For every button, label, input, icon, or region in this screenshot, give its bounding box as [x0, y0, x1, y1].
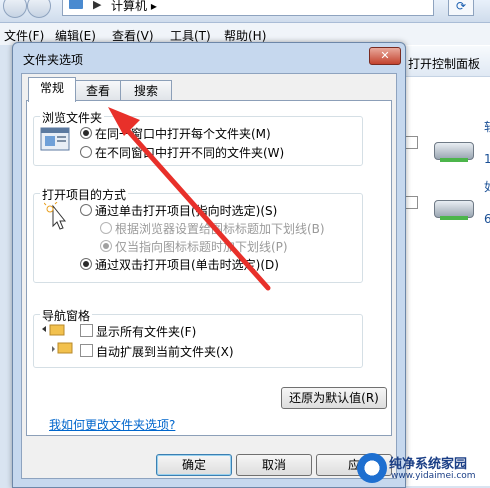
- tab-page-general: 浏览文件夹 在同一窗口中打开每个文件夹(M) 在不同窗口中打开不同的文件夹(W)…: [26, 100, 392, 436]
- refresh-button[interactable]: ⟳: [448, 0, 474, 16]
- watermark-title: 纯净系统家园: [389, 457, 468, 472]
- option-single-click[interactable]: 通过单击打开项目(指向时选定)(S): [95, 202, 277, 219]
- drive-icon[interactable]: [432, 136, 476, 164]
- folder-options-dialog: 文件夹选项 ✕ 常规 查看 搜索 浏览文件夹 在同一窗口中打开每个文件夹(M) …: [12, 42, 406, 488]
- computer-icon: [69, 0, 83, 9]
- drive-label: 如: [484, 178, 490, 195]
- tab-general[interactable]: 常规: [28, 77, 76, 102]
- breadcrumb-separator: ▶: [93, 0, 102, 11]
- forward-button[interactable]: [27, 0, 51, 18]
- radio-new-window[interactable]: [80, 146, 92, 158]
- option-new-window[interactable]: 在不同窗口中打开不同的文件夹(W): [95, 144, 284, 161]
- open-control-panel-button[interactable]: 打开控制面板: [408, 55, 480, 72]
- group-label: 打开项目的方式: [40, 186, 129, 203]
- option-auto-expand[interactable]: 自动扩展到当前文件夹(X): [96, 343, 234, 360]
- navigation-pane-group: 导航窗格 显示所有文件夹(F) 自动扩展到当前文件夹(X): [33, 307, 363, 368]
- watermark-url: www.yidaimei.com: [391, 471, 476, 481]
- window-icon: [40, 127, 70, 151]
- click-cursor-icon: [44, 202, 67, 230]
- option-same-window[interactable]: 在同一窗口中打开每个文件夹(M): [95, 125, 271, 142]
- radio-double-click[interactable]: [80, 258, 92, 270]
- cancel-button[interactable]: 取消: [236, 454, 312, 476]
- drive-label: 软: [484, 118, 490, 135]
- breadcrumb[interactable]: 计算机 ▸: [111, 0, 157, 14]
- radio-browser-underline: [100, 222, 112, 234]
- drive-icon[interactable]: [432, 194, 476, 222]
- address-bar[interactable]: ▶ 计算机 ▸: [62, 0, 434, 16]
- watermark: 纯净系统家园 www.yidaimei.com: [357, 451, 487, 485]
- group-label: 导航窗格: [40, 307, 93, 324]
- watermark-logo-icon: [357, 453, 387, 483]
- checkbox-auto-expand[interactable]: [80, 344, 93, 357]
- tab-view[interactable]: 查看: [74, 80, 122, 101]
- drive-size: 6: [484, 212, 490, 226]
- content-pane: [400, 45, 490, 486]
- drive-size: 1: [484, 152, 490, 166]
- folder-tree-icon: [42, 324, 73, 354]
- group-label: 浏览文件夹: [40, 109, 105, 126]
- restore-defaults-button[interactable]: 还原为默认值(R): [281, 387, 387, 409]
- radio-single-click[interactable]: [80, 204, 92, 216]
- browse-folders-group: 浏览文件夹 在同一窗口中打开每个文件夹(M) 在不同窗口中打开不同的文件夹(W): [33, 109, 363, 166]
- open-items-group: 打开项目的方式 通过单击打开项目(指向时选定)(S) 根据浏览器设置给图标标题加…: [33, 186, 363, 283]
- option-double-click[interactable]: 通过双击打开项目(单击时选定)(D): [95, 256, 279, 273]
- drive-checkbox[interactable]: [405, 136, 418, 149]
- radio-point-underline: [100, 240, 112, 252]
- tab-search[interactable]: 搜索: [120, 80, 172, 101]
- help-link[interactable]: 我如何更改文件夹选项?: [49, 416, 175, 433]
- option-point-underline: 仅当指向图标标题时加下划线(P): [115, 240, 288, 254]
- checkbox-show-all-folders[interactable]: [80, 324, 93, 337]
- drive-checkbox[interactable]: [405, 196, 418, 209]
- dialog-title: 文件夹选项: [23, 53, 84, 67]
- back-button[interactable]: [3, 0, 27, 18]
- close-button[interactable]: ✕: [369, 47, 401, 65]
- option-browser-underline: 根据浏览器设置给图标标题加下划线(B): [115, 222, 325, 236]
- radio-same-window[interactable]: [80, 127, 92, 139]
- explorer-toolbar: ▶ 计算机 ▸ ⟳: [0, 0, 490, 23]
- option-show-all-folders[interactable]: 显示所有文件夹(F): [96, 323, 196, 340]
- ok-button[interactable]: 确定: [156, 454, 232, 476]
- dialog-client: 常规 查看 搜索 浏览文件夹 在同一窗口中打开每个文件夹(M) 在不同窗口中打开…: [21, 73, 397, 479]
